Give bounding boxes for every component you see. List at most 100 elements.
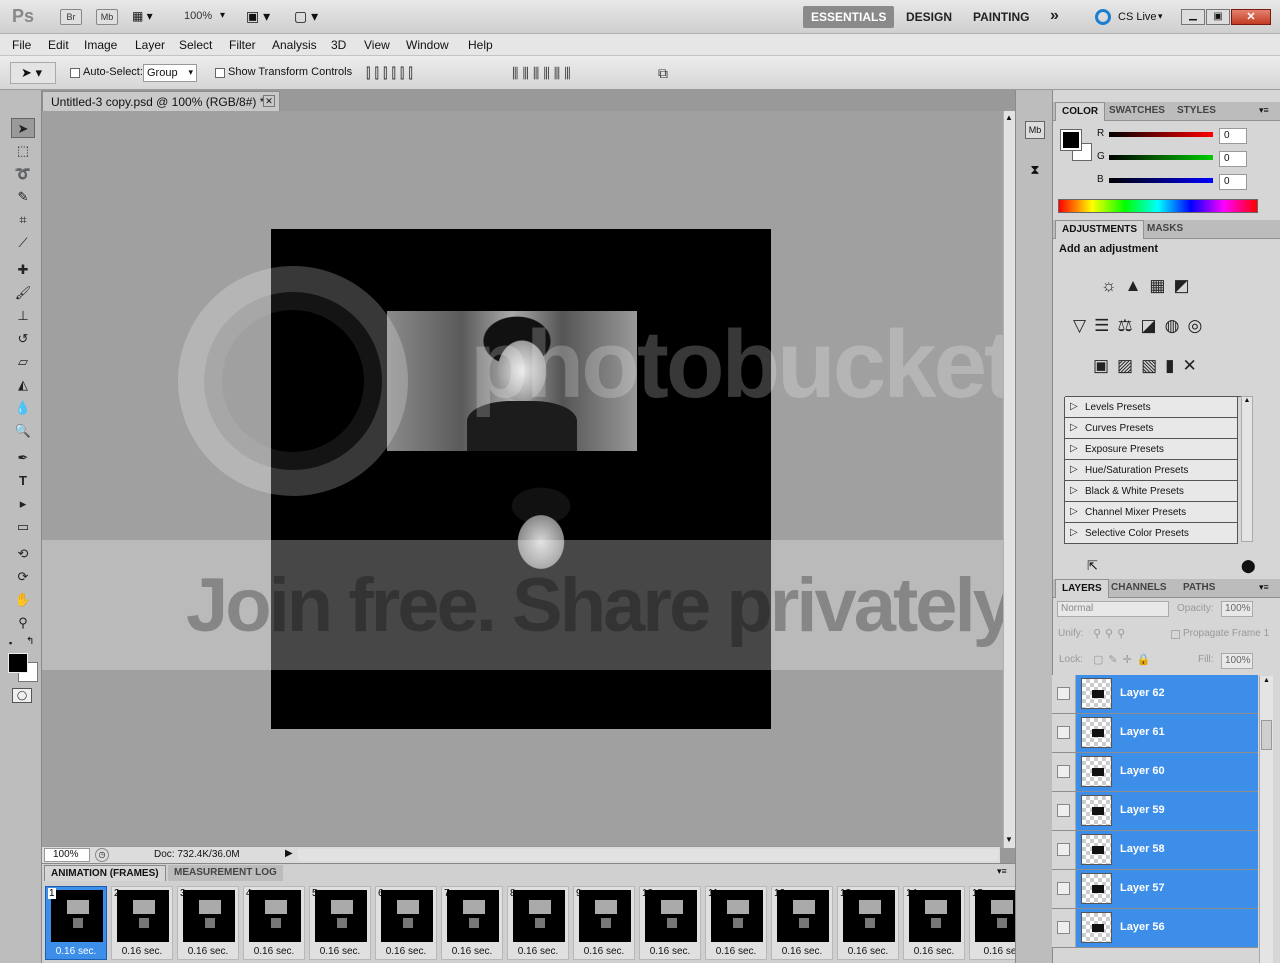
presets-scrollbar[interactable]: ▲ <box>1241 396 1253 542</box>
auto-select-checkbox[interactable] <box>70 68 80 78</box>
menu-view[interactable]: View <box>364 38 390 52</box>
show-transform-checkbox[interactable] <box>215 68 225 78</box>
workspace-design[interactable]: DESIGN <box>898 6 960 28</box>
layer-visibility-toggle[interactable] <box>1052 831 1076 869</box>
adjustment-preset-item[interactable]: ▷ Selective Color Presets <box>1064 523 1238 544</box>
history-panel-icon[interactable]: ⧗ <box>1025 162 1045 180</box>
opacity-field[interactable]: 100% <box>1221 601 1253 617</box>
workspace-essentials[interactable]: ESSENTIALS <box>803 6 895 28</box>
zoom-tool-icon[interactable]: ⚲ <box>11 613 35 633</box>
layer-visibility-toggle[interactable] <box>1052 792 1076 830</box>
layer-visibility-toggle[interactable] <box>1052 675 1076 713</box>
marquee-tool-icon[interactable]: ⬚ <box>11 141 35 161</box>
menu-file[interactable]: File <box>12 38 31 52</box>
layer-row[interactable]: Layer 62 <box>1052 675 1258 714</box>
frame-delay[interactable]: 0.16 sec. <box>244 946 304 957</box>
brush-tool-icon[interactable]: 🖌 <box>11 283 35 303</box>
expand-triangle-icon[interactable]: ▷ <box>1070 401 1078 412</box>
image-canvas[interactable] <box>271 229 771 729</box>
cs-live-icon[interactable] <box>1095 9 1111 25</box>
layer-name[interactable]: Layer 61 <box>1120 726 1165 738</box>
tab-animation-frames[interactable]: ANIMATION (FRAMES) <box>44 865 166 881</box>
adjustment-preset-item[interactable]: ▷ Exposure Presets <box>1064 439 1238 460</box>
frame-delay[interactable]: 0.16 sec. <box>376 946 436 957</box>
quick-selection-tool-icon[interactable]: ✎ <box>11 187 35 207</box>
frame-delay[interactable]: 0.16 sec. <box>46 946 106 957</box>
auto-align-layers-icon[interactable]: ⧉ <box>658 65 668 82</box>
animation-frame[interactable]: 2 0.16 sec. <box>111 886 173 960</box>
horizontal-scrollbar[interactable] <box>298 849 998 861</box>
frame-delay[interactable]: 0.16 sec. <box>706 946 766 957</box>
shape-tool-icon[interactable]: ▭ <box>11 517 35 537</box>
menu-image[interactable]: Image <box>84 38 117 52</box>
menu-window[interactable]: Window <box>406 38 449 52</box>
default-colors-icon[interactable]: ▪ <box>9 638 12 648</box>
close-button[interactable]: ✕ <box>1231 9 1271 25</box>
animation-frame[interactable]: 8 0.16 sec. <box>507 886 569 960</box>
layer-visibility-toggle[interactable] <box>1052 870 1076 908</box>
mini-bridge-button[interactable]: Mb <box>96 9 118 25</box>
paint-bucket-tool-icon[interactable]: ◭ <box>11 375 35 395</box>
tab-layers[interactable]: LAYERS <box>1055 579 1109 598</box>
frame-delay[interactable]: 0.16 sec. <box>508 946 568 957</box>
layer-name[interactable]: Layer 56 <box>1120 921 1165 933</box>
menu-layer[interactable]: Layer <box>135 38 165 52</box>
scroll-up-icon[interactable]: ▲ <box>1005 113 1013 122</box>
frame-delay[interactable]: 0.16 sec. <box>640 946 700 957</box>
layer-visibility-toggle[interactable] <box>1052 909 1076 947</box>
maximize-button[interactable]: ▣ <box>1206 9 1230 25</box>
menu-3d[interactable]: 3D <box>331 38 346 52</box>
close-tab-icon[interactable]: ✕ <box>263 95 275 107</box>
menu-analysis[interactable]: Analysis <box>272 38 317 52</box>
frame-delay[interactable]: 0.16 sec. <box>442 946 502 957</box>
menu-edit[interactable]: Edit <box>48 38 69 52</box>
frame-delay[interactable]: 0.16 sec. <box>772 946 832 957</box>
screen-mode-icon[interactable]: ▢ ▾ <box>294 8 318 25</box>
tab-masks[interactable]: MASKS <box>1141 220 1189 239</box>
expand-triangle-icon[interactable]: ▷ <box>1070 422 1078 433</box>
menu-help[interactable]: Help <box>468 38 493 52</box>
animation-frame[interactable]: 7 0.16 sec. <box>441 886 503 960</box>
path-selection-tool-icon[interactable]: ▸ <box>11 494 35 514</box>
scroll-up-icon[interactable]: ▲ <box>1263 677 1270 684</box>
tab-color[interactable]: COLOR <box>1055 102 1106 121</box>
arrange-documents-icon[interactable]: ▣ ▾ <box>246 8 270 25</box>
layer-row[interactable]: Layer 60 <box>1052 753 1258 792</box>
layer-name[interactable]: Layer 58 <box>1120 843 1165 855</box>
move-tool-icon[interactable]: ➤ <box>11 118 35 138</box>
adjustment-preset-item[interactable]: ▷ Levels Presets <box>1064 397 1238 418</box>
view-extras-icon[interactable]: ▦ ▾ <box>132 9 162 25</box>
animation-frame[interactable]: 12 0.16 sec. <box>771 886 833 960</box>
animation-frame[interactable]: 6 0.16 sec. <box>375 886 437 960</box>
crop-tool-icon[interactable]: ⌗ <box>11 210 35 230</box>
r-value[interactable]: 0 <box>1219 128 1247 144</box>
color-spectrum-bar[interactable] <box>1058 199 1258 213</box>
zoom-chevron-down-icon[interactable]: ▾ <box>220 10 225 21</box>
adjustment-preset-item[interactable]: ▷ Channel Mixer Presets <box>1064 502 1238 523</box>
bridge-button[interactable]: Br <box>60 9 82 25</box>
expand-triangle-icon[interactable]: ▷ <box>1070 485 1078 496</box>
adjustment-preset-item[interactable]: ▷ Black & White Presets <box>1064 481 1238 502</box>
animation-frame[interactable]: 9 0.16 sec. <box>573 886 635 960</box>
b-value[interactable]: 0 <box>1219 174 1247 190</box>
r-slider[interactable] <box>1109 132 1213 137</box>
pen-tool-icon[interactable]: ✒ <box>11 448 35 468</box>
adjustment-icons-row-2[interactable]: ▽☰⚖◪◍◎ <box>1073 316 1210 336</box>
lasso-tool-icon[interactable]: ➰ <box>11 164 35 184</box>
frame-delay[interactable]: 0.16 sec. <box>838 946 898 957</box>
expand-triangle-icon[interactable]: ▷ <box>1070 443 1078 454</box>
frame-delay[interactable]: 0.16 sec. <box>904 946 964 957</box>
layer-name[interactable]: Layer 59 <box>1120 804 1165 816</box>
layer-visibility-toggle[interactable] <box>1052 714 1076 752</box>
minimize-button[interactable]: ▁ <box>1181 9 1205 25</box>
clip-to-layer-icon[interactable]: ⬤ <box>1241 558 1256 574</box>
animation-frame[interactable]: 13 0.16 sec. <box>837 886 899 960</box>
move-tool-preset-icon[interactable]: ➤ ▾ <box>10 62 56 84</box>
layer-row[interactable]: Layer 58 <box>1052 831 1258 870</box>
clone-stamp-tool-icon[interactable]: ⊥ <box>11 306 35 326</box>
expand-triangle-icon[interactable]: ▷ <box>1070 506 1078 517</box>
foreground-color-swatch[interactable] <box>1060 129 1082 151</box>
swap-colors-icon[interactable]: ↰ <box>26 636 34 647</box>
3d-rotate-tool-icon[interactable]: ⟲ <box>11 544 35 564</box>
animation-frame[interactable]: 11 0.16 sec. <box>705 886 767 960</box>
